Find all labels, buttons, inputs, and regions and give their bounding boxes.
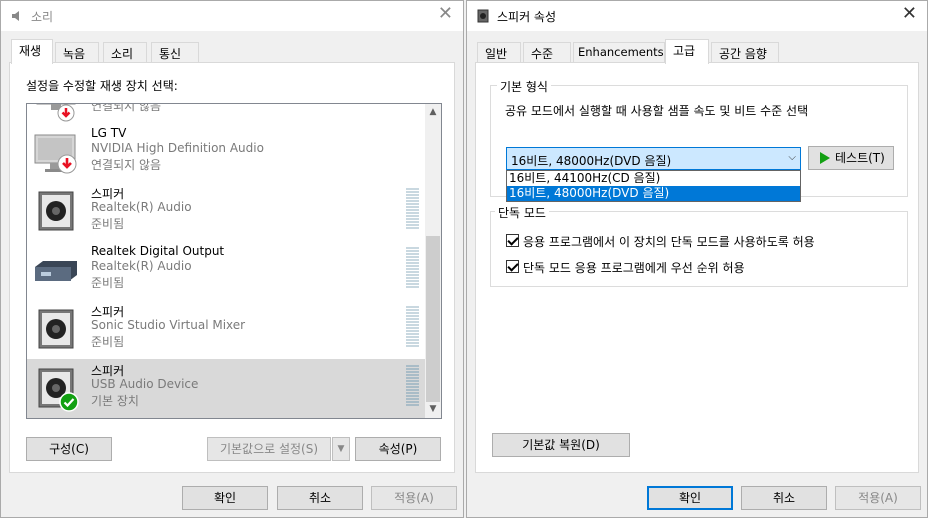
ok-button[interactable]: 확인 [182,486,268,510]
window-title: 스피커 속성 [497,10,557,24]
test-label: 테스트(T) [835,151,885,165]
advanced-panel: 기본 형식 공유 모드에서 실행할 때 사용할 샘플 속도 및 비트 수준 선택… [475,62,919,473]
configure-button[interactable]: 구성(C) [26,437,112,461]
digital-output-icon [35,261,77,281]
chevron-down-icon[interactable]: ▼ [332,437,350,461]
tab-communications[interactable]: 통신 [151,42,199,63]
apply-button[interactable]: 적용(A) [835,486,921,510]
apply-button[interactable]: 적용(A) [371,486,457,510]
tab-advanced[interactable]: 고급 [665,39,709,64]
give-priority-label: 단독 모드 응용 프로그램에게 우선 순위 허용 [523,261,745,275]
tab-strip: 재생 녹음 소리 통신 [9,39,455,64]
disconnected-badge-icon [57,104,75,122]
device-description: Realtek(R) Audio [91,200,192,214]
speaker-app-icon [12,11,19,21]
list-item-digital-output[interactable]: Realtek Digital Output Realtek(R) Audio … [27,241,427,300]
tab-enhancements[interactable]: Enhancements [573,42,665,63]
exclusive-mode-group: 단독 모드 응용 프로그램에서 이 장치의 단독 모드를 사용하도록 허용 단독… [490,204,908,287]
device-status: 준비됨 [91,335,125,349]
select-value: 16비트, 48000Hz(DVD 음질) [511,154,672,168]
instruction-label: 설정을 수정할 재생 장치 선택: [26,79,178,93]
cancel-button[interactable]: 취소 [741,486,827,510]
tab-general[interactable]: 일반 [477,42,521,63]
device-description: Realtek(R) Audio [91,259,192,273]
tab-playback[interactable]: 재생 [11,39,53,64]
speaker-icon [38,309,74,349]
sample-rate-select[interactable]: 16비트, 48000Hz(DVD 음질) ⌵ [506,147,801,170]
allow-exclusive-label: 응용 프로그램에서 이 장치의 단독 모드를 사용하도록 허용 [523,235,815,249]
title-bar[interactable]: 스피커 속성 ✕ [467,1,927,31]
sample-rate-dropdown[interactable]: 16비트, 44100Hz(CD 음질) 16비트, 48000Hz(DVD 음… [506,170,801,202]
chevron-down-icon[interactable]: ⌵ [788,152,796,163]
list-item-speaker-realtek[interactable]: 스피커 Realtek(R) Audio 준비됨 [27,182,427,241]
sound-dialog: 소리 ✕ 재생 녹음 소리 통신 설정을 수정할 재생 장치 선택: 연결되지 … [0,0,464,518]
volume-meter [406,188,419,230]
scroll-down-icon[interactable]: ▼ [425,401,441,418]
scroll-up-icon[interactable]: ▲ [425,104,441,121]
option-48000[interactable]: 16비트, 48000Hz(DVD 음질) [507,186,800,201]
playback-panel: 설정을 수정할 재생 장치 선택: 연결되지 않음 LG TV NVIDIA H… [9,62,455,473]
device-name: Realtek Digital Output [91,244,225,258]
list-item-device-hidden[interactable]: 연결되지 않음 [27,103,427,123]
device-description: USB Audio Device [91,377,199,391]
disconnected-badge-icon [57,154,77,174]
list-item-speaker-sonic[interactable]: 스피커 Sonic Studio Virtual Mixer 준비됨 [27,300,427,359]
speaker-icon [477,9,489,23]
option-44100[interactable]: 16비트, 44100Hz(CD 음질) [507,171,800,186]
ok-button[interactable]: 확인 [647,486,733,510]
device-status: 연결되지 않음 [91,158,162,172]
device-list[interactable]: 연결되지 않음 LG TV NVIDIA High Definition Aud… [26,103,442,419]
tab-strip: 일반 수준 Enhancements 고급 공간 음향 [475,39,919,64]
volume-meter [406,247,419,289]
device-status: 준비됨 [91,276,125,290]
properties-button[interactable]: 속성(P) [355,437,441,461]
vertical-scrollbar[interactable]: ▲ ▼ [425,104,441,418]
device-description: NVIDIA High Definition Audio [91,141,264,155]
volume-meter [406,365,419,407]
restore-defaults-button[interactable]: 기본값 복원(D) [492,433,630,457]
device-status: 준비됨 [91,217,125,231]
volume-meter [406,306,419,348]
speaker-properties-dialog: 스피커 속성 ✕ 일반 수준 Enhancements 고급 공간 음향 기본 … [466,0,928,518]
device-description: Sonic Studio Virtual Mixer [91,318,246,332]
allow-exclusive-checkbox[interactable] [506,234,519,247]
group-label: 기본 형식 [497,78,551,95]
speaker-icon [38,191,74,231]
group-label: 단독 모드 [495,204,549,221]
list-item-speaker-usb[interactable]: 스피커 USB Audio Device 기본 장치 [27,359,427,418]
test-button[interactable]: 테스트(T) [808,146,894,170]
window-title: 소리 [31,10,54,24]
scroll-thumb[interactable] [426,236,440,402]
device-name: LG TV [91,126,127,140]
tab-sounds[interactable]: 소리 [103,42,147,63]
tab-levels[interactable]: 수준 [523,42,571,63]
play-icon [820,152,830,164]
device-status: 연결되지 않음 [91,103,162,113]
tab-spatial-sound[interactable]: 공간 음향 [711,42,779,63]
device-status: 기본 장치 [91,394,139,408]
cancel-button[interactable]: 취소 [277,486,363,510]
title-bar[interactable]: 소리 ✕ [1,1,463,31]
set-default-button[interactable]: 기본값으로 설정(S) [207,437,331,461]
give-priority-checkbox[interactable] [506,260,519,273]
list-item-lg-tv[interactable]: LG TV NVIDIA High Definition Audio 연결되지 … [27,123,427,182]
default-check-icon [59,392,79,412]
close-icon[interactable]: ✕ [438,5,453,23]
format-description: 공유 모드에서 실행할 때 사용할 샘플 속도 및 비트 수준 선택 [505,104,809,118]
tab-recording[interactable]: 녹음 [55,42,99,63]
close-icon[interactable]: ✕ [902,5,917,23]
